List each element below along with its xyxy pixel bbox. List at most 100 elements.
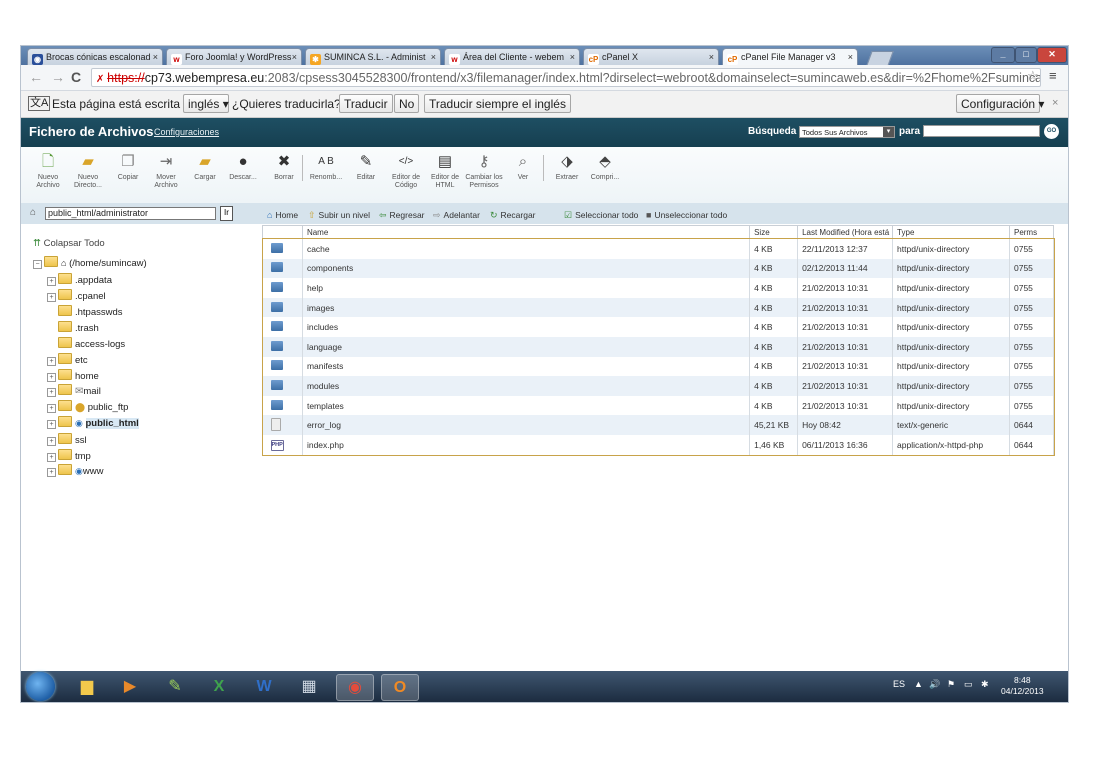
tree-item-etc[interactable]: + etc [47,353,88,366]
tab-brocas[interactable]: ◉ Brocas cónicas escalonad × [27,48,163,65]
explorer-taskbar-icon[interactable]: ▆ [69,674,105,699]
collapse-all-link[interactable]: ⇈ Colapsar Todo [33,238,105,249]
expand-toggle-icon[interactable]: + [47,388,56,397]
system-clock[interactable]: 8:48 04/12/2013 [1001,675,1044,697]
maximize-icon[interactable]: □ [1015,47,1037,63]
table-row[interactable]: templates 4 KB 21/02/2013 10:31 httpd/unix-… [262,395,1055,416]
back-arrow-icon[interactable]: ← [29,69,43,85]
chrome-taskbar-icon[interactable]: ◉ [336,674,374,701]
tab-file-manager[interactable]: cP cPanel File Manager v3 × [722,48,858,66]
table-row[interactable]: error_log 45,21 KB Hoy 08:42 text/x-generic… [262,415,1055,435]
expand-toggle-icon[interactable]: + [47,373,56,382]
tab-foro[interactable]: w Foro Joomla! y WordPress × [166,48,302,65]
close-icon[interactable]: × [292,49,297,65]
media-player-taskbar-icon[interactable]: ▶ [112,674,148,699]
tab-area-cliente[interactable]: w Área del Cliente - webem × [444,48,580,65]
tree-item-home[interactable]: + home [47,369,99,382]
reload-icon[interactable]: C [71,69,81,85]
code-editor-button[interactable]: </> Editor de Código [386,153,426,190]
close-icon[interactable]: × [848,49,853,65]
table-row[interactable]: PHP index.php 1,46 KB 06/11/2013 16:36 appli… [262,434,1055,455]
table-row[interactable]: modules 4 KB 21/02/2013 10:31 httpd/unix-di… [262,376,1055,396]
table-row[interactable]: help 4 KB 21/02/2013 10:31 httpd/unix-direc… [262,278,1055,298]
column-header-perms[interactable]: Perms [1008,225,1055,239]
home-nav-button[interactable]: ⌂ Home [267,210,298,220]
table-row[interactable]: cache 4 KB 22/11/2013 12:37 httpd/unix-dire… [262,238,1055,259]
forward-arrow-icon[interactable]: → [51,69,65,85]
start-button[interactable] [26,672,55,701]
expand-toggle-icon[interactable]: + [47,468,56,477]
view-button[interactable]: ⌕ Ver [503,153,543,182]
tree-item-mail[interactable]: + ✉mail [47,384,101,397]
go-button[interactable]: GO [1044,124,1059,139]
table-row[interactable]: includes 4 KB 21/02/2013 10:31 httpd/unix-d… [262,317,1055,337]
tree-item-www[interactable]: + ◉www [47,464,103,477]
expand-toggle-icon[interactable]: + [47,357,56,366]
network-icon[interactable]: ▭ [964,679,973,690]
always-translate-button[interactable]: Traducir siempre el inglés [424,94,571,113]
delete-button[interactable]: ✖ Borrar [264,153,304,182]
expand-toggle-icon[interactable]: + [47,420,56,429]
unselect-all-button[interactable]: ■ Unseleccionar todo [646,210,727,220]
outlook-taskbar-icon[interactable]: O [381,674,419,701]
collapse-toggle-icon[interactable]: − [33,260,42,269]
no-button[interactable]: No [394,94,420,113]
forward-button[interactable]: ⇨ Adelantar [433,210,480,221]
tab-cpanel-x[interactable]: cP cPanel X × [583,48,719,65]
settings-link[interactable]: Configuraciones [154,127,219,137]
close-icon[interactable]: × [709,49,714,65]
download-button[interactable]: ● Descar... [223,153,263,182]
expand-toggle-icon[interactable]: + [47,453,56,462]
tree-item-trash[interactable]: .trash [58,321,99,334]
tree-item-appdata[interactable]: + .appdata [47,273,112,286]
extract-button[interactable]: ⬗ Extraer [547,153,587,182]
translate-button[interactable]: Traducir [339,94,393,113]
expand-toggle-icon[interactable]: + [47,437,56,446]
excel-taskbar-icon[interactable]: X [201,674,237,699]
app-tray-icon[interactable]: ✱ [981,679,989,690]
close-icon[interactable]: × [1052,97,1058,109]
tree-item-tmp[interactable]: + tmp [47,449,91,462]
tree-item-access-logs[interactable]: access-logs [58,337,125,350]
search-input[interactable] [923,125,1040,137]
compress-button[interactable]: ⬘ Compri... [585,153,625,182]
tree-item-ssl[interactable]: + ssl [47,433,87,446]
expand-toggle-icon[interactable]: + [47,293,56,302]
new-tab-button[interactable] [866,51,894,66]
notepad-taskbar-icon[interactable]: ✎ [157,674,193,699]
calculator-taskbar-icon[interactable]: ▦ [291,674,327,699]
translate-settings-button[interactable]: Configuración ▾ [956,94,1044,113]
close-icon[interactable]: × [431,49,436,65]
path-input[interactable] [45,207,216,220]
language-indicator[interactable]: ES [893,679,905,689]
copy-button[interactable]: ❐ Copiar [108,153,148,182]
permissions-button[interactable]: ⚷ Cambiar los Permisos [464,153,504,190]
html-editor-button[interactable]: ▤ Editor de HTML [425,153,465,190]
table-row[interactable]: manifests 4 KB 21/02/2013 10:31 httpd/unix-… [262,356,1055,377]
close-icon[interactable]: × [153,49,158,65]
table-row[interactable]: components 4 KB 02/12/2013 11:44 httpd/unix… [262,258,1055,279]
new-file-button[interactable]: 🗋 Nuevo Archivo [28,153,68,190]
column-header-name[interactable]: Name [301,225,751,239]
star-icon[interactable]: ☆ [1027,68,1039,84]
language-select[interactable]: inglés ▾ [183,94,229,113]
expand-toggle-icon[interactable]: + [47,277,56,286]
menu-icon[interactable]: ≡ [1049,68,1057,83]
word-taskbar-icon[interactable]: W [246,674,282,699]
column-header-modified[interactable]: Last Modified (Hora está [797,225,894,239]
column-header-size[interactable]: Size [749,225,799,239]
action-center-flag-icon[interactable]: ⚑ [947,679,955,690]
tab-suminca[interactable]: ✱ SUMINCA S.L. - Administ × [305,48,441,65]
go-path-button[interactable]: Ir [220,206,233,221]
select-all-button[interactable]: ☑ Seleccionar todo [564,210,638,221]
up-one-level-button[interactable]: ⇧ Subir un nivel [308,210,370,221]
reload-button[interactable]: ↻ Recargar [490,210,536,221]
move-file-button[interactable]: ⇥ Mover Archivo [146,153,186,190]
upload-button[interactable]: ▰ Cargar [185,153,225,182]
expand-toggle-icon[interactable]: + [47,404,56,413]
edit-button[interactable]: ✎ Editar [346,153,386,182]
tree-item-cpanel[interactable]: + .cpanel [47,289,106,302]
search-scope-select[interactable]: Todos Sus Archivos ▾ [799,126,895,138]
tree-item-public-html[interactable]: + ◉ public_html [47,416,139,429]
tree-item-root[interactable]: − ⌂ (/home/sumincaw) [33,256,147,269]
